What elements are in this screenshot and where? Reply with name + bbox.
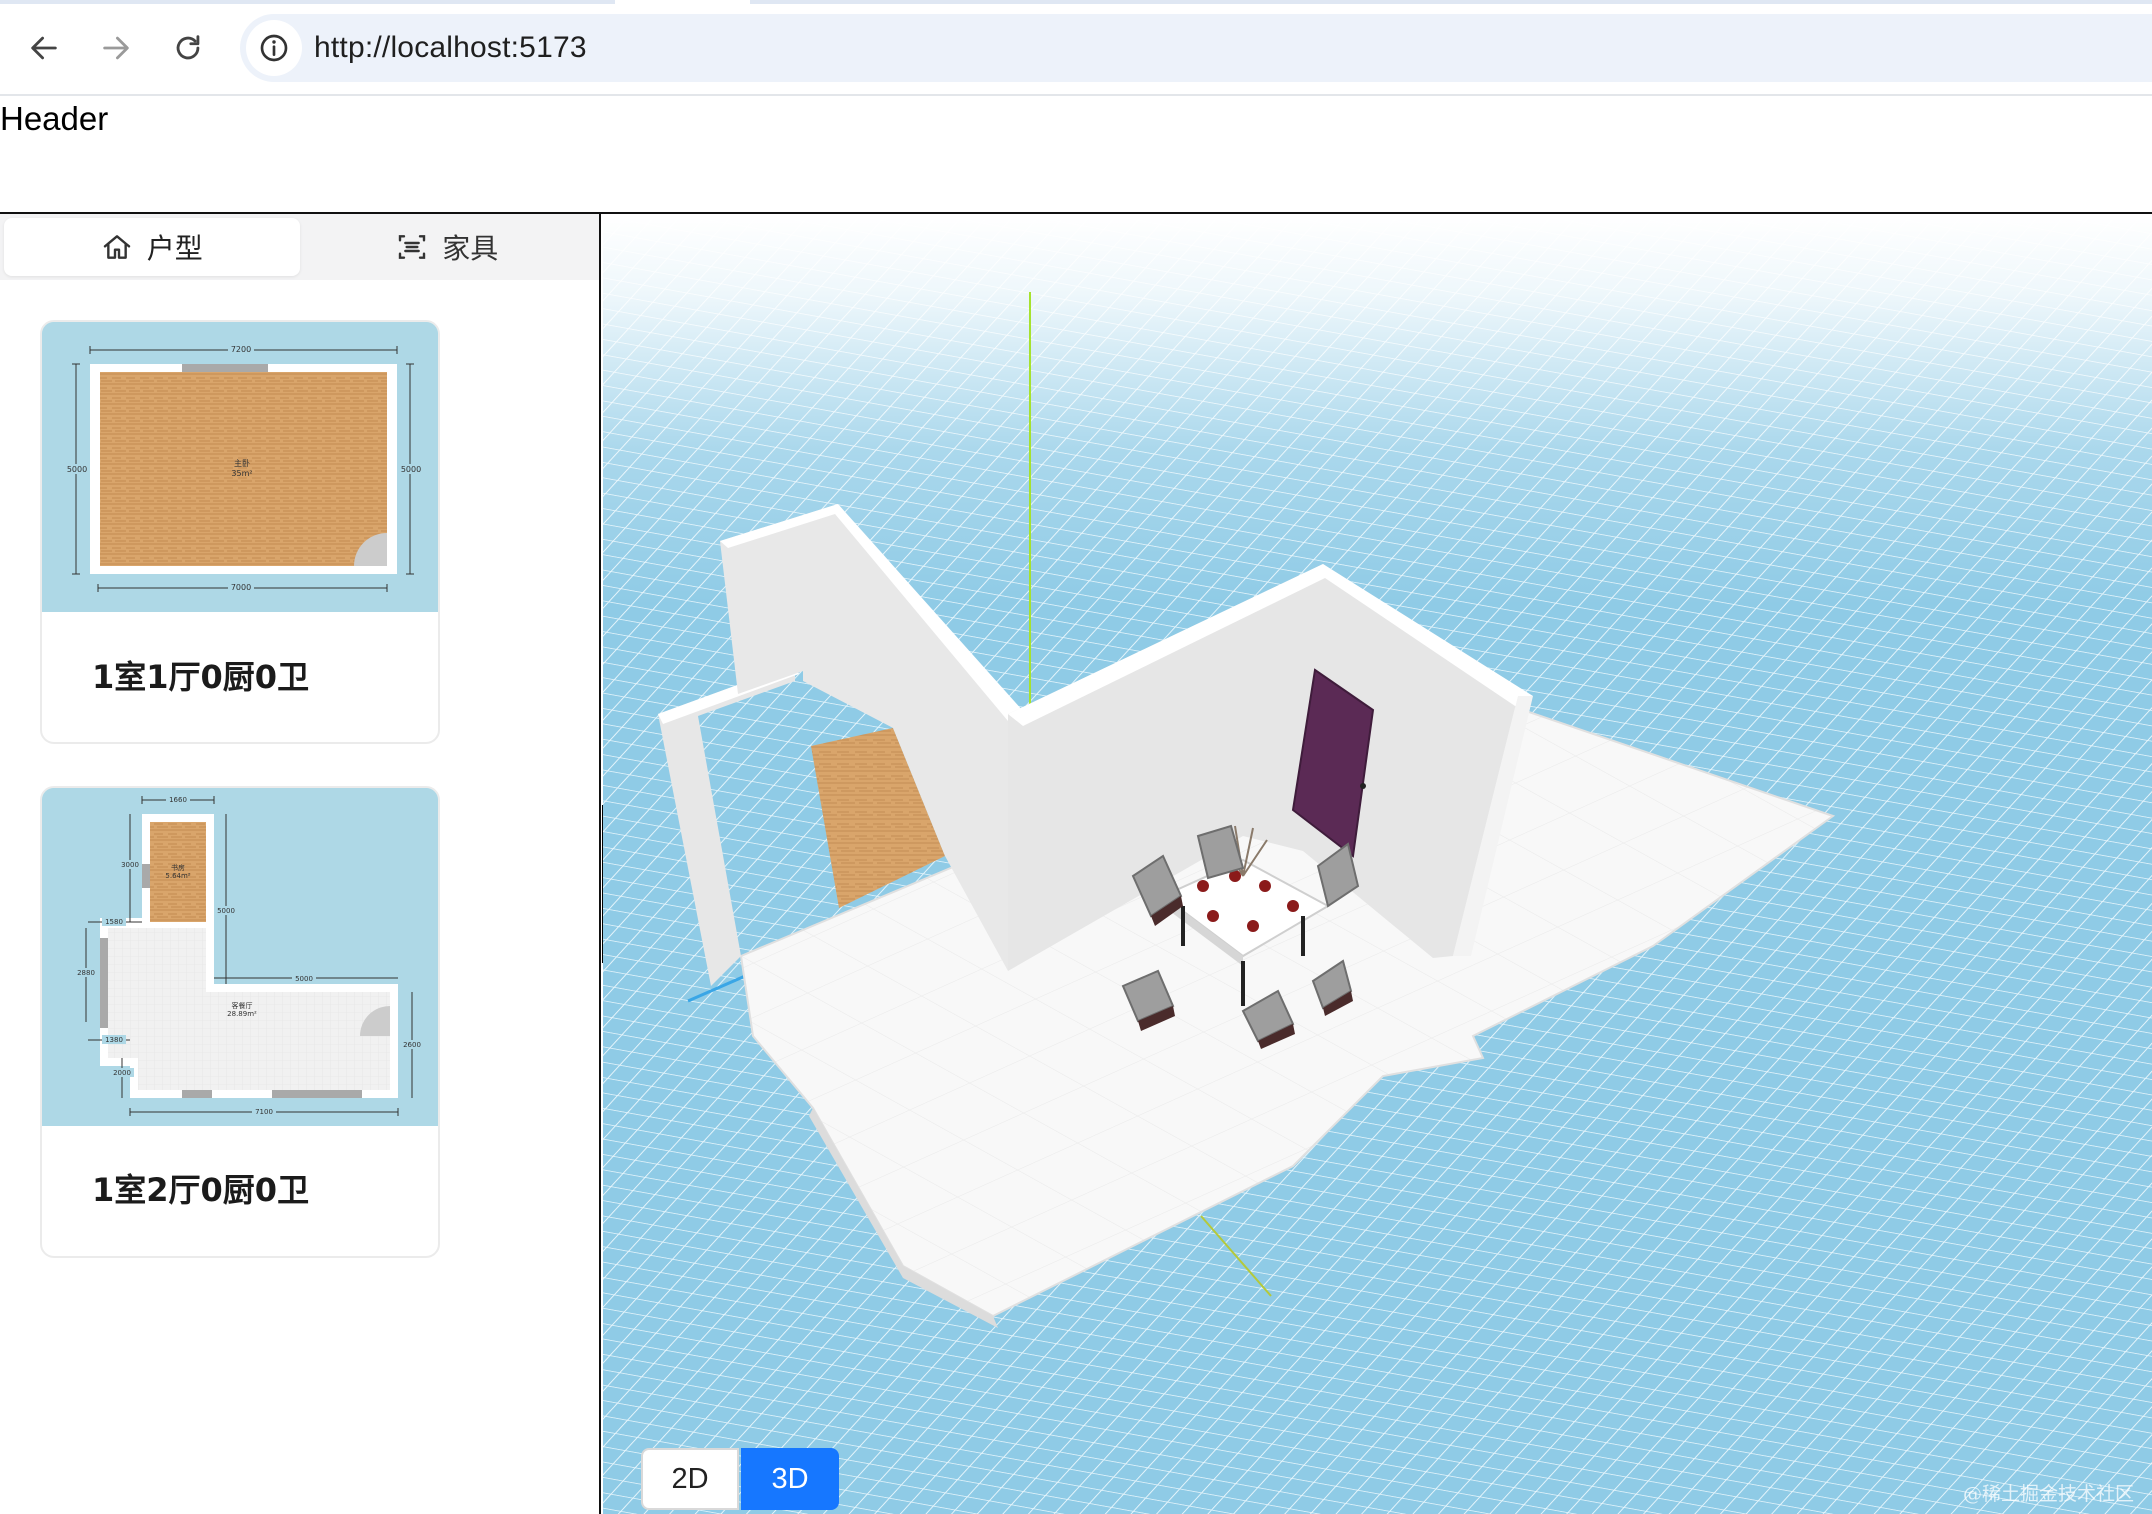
dim-label: 7100 bbox=[255, 1108, 273, 1116]
dim-label: 1380 bbox=[105, 1036, 123, 1044]
dim-label: 5000 bbox=[295, 975, 313, 983]
tab-furniture-label: 家具 bbox=[442, 233, 499, 264]
view-2d-button[interactable]: 2D bbox=[641, 1448, 739, 1510]
dim-label: 5000 bbox=[217, 907, 235, 915]
dim-label: 1580 bbox=[105, 918, 123, 926]
door-handle bbox=[1360, 783, 1366, 789]
dim-bottom: 7000 bbox=[231, 583, 251, 592]
header-title: Header bbox=[0, 100, 109, 137]
watermark: @稀土掘金技术社区 bbox=[1962, 1483, 2134, 1505]
dim-label: 2880 bbox=[77, 969, 95, 977]
url-text[interactable]: http://localhost:5173 bbox=[314, 31, 587, 65]
tab-furniture[interactable]: 家具 bbox=[300, 218, 596, 276]
room-label: 书房 bbox=[171, 863, 185, 872]
room-area: 35m² bbox=[231, 469, 252, 478]
room-label: 客餐厅 bbox=[232, 1001, 253, 1010]
dim-label: 1660 bbox=[169, 796, 187, 804]
floorplan-card-1[interactable]: 7200 7000 5000 5000 主卧 35m² 1室1厅0厨0卫 bbox=[40, 320, 440, 744]
view-3d-button[interactable]: 3D bbox=[741, 1448, 839, 1510]
dim-top: 7200 bbox=[231, 345, 251, 354]
forward-button[interactable] bbox=[92, 24, 140, 72]
dim-label: 2600 bbox=[403, 1041, 421, 1049]
3d-viewport[interactable]: 2D 3D @稀土掘金技术社区 bbox=[603, 216, 2152, 1514]
sidebar: 户型 家具 7200 7000 5000 5000 主卧 35m² 1室1厅0厨… bbox=[0, 214, 601, 1514]
floorplan-thumbnail: 7200 7000 5000 5000 主卧 35m² bbox=[42, 322, 438, 612]
tab-floorplan[interactable]: 户型 bbox=[4, 218, 300, 276]
sidebar-tabs: 户型 家具 bbox=[0, 214, 599, 280]
browser-toolbar: http://localhost:5173 bbox=[0, 0, 2152, 96]
3d-scene[interactable] bbox=[603, 216, 2152, 1514]
tab-strip bbox=[0, 0, 2152, 4]
room-label: 主卧 bbox=[234, 458, 250, 468]
floorplan-card-2[interactable]: 1660 3000 1580 5000 2880 5000 1380 2000 … bbox=[40, 786, 440, 1258]
floorplan-thumbnail: 1660 3000 1580 5000 2880 5000 1380 2000 … bbox=[42, 788, 438, 1126]
back-button[interactable] bbox=[20, 24, 68, 72]
reload-button[interactable] bbox=[164, 24, 212, 72]
tab-floorplan-label: 户型 bbox=[146, 233, 203, 264]
arrow-right-icon bbox=[103, 36, 129, 60]
info-circle-icon bbox=[260, 34, 288, 62]
dim-label: 3000 bbox=[121, 861, 139, 869]
floorplan-title: 1室2厅0厨0卫 bbox=[92, 1171, 310, 1209]
view-mode-toggle: 2D 3D bbox=[641, 1448, 839, 1510]
reload-icon bbox=[176, 35, 200, 60]
dim-label: 2000 bbox=[113, 1069, 131, 1077]
dim-left: 5000 bbox=[67, 465, 87, 474]
room-area: 5.64m² bbox=[165, 872, 190, 880]
address-bar[interactable]: http://localhost:5173 bbox=[240, 14, 2152, 82]
room-area: 28.89m² bbox=[227, 1010, 257, 1018]
app-header: Header bbox=[0, 96, 2152, 214]
dim-right: 5000 bbox=[401, 465, 421, 474]
site-info-button[interactable] bbox=[246, 20, 302, 76]
arrow-left-icon bbox=[31, 36, 57, 60]
home-icon bbox=[103, 235, 130, 259]
floorplan-title: 1室1厅0厨0卫 bbox=[92, 658, 310, 696]
scan-icon bbox=[399, 235, 426, 259]
